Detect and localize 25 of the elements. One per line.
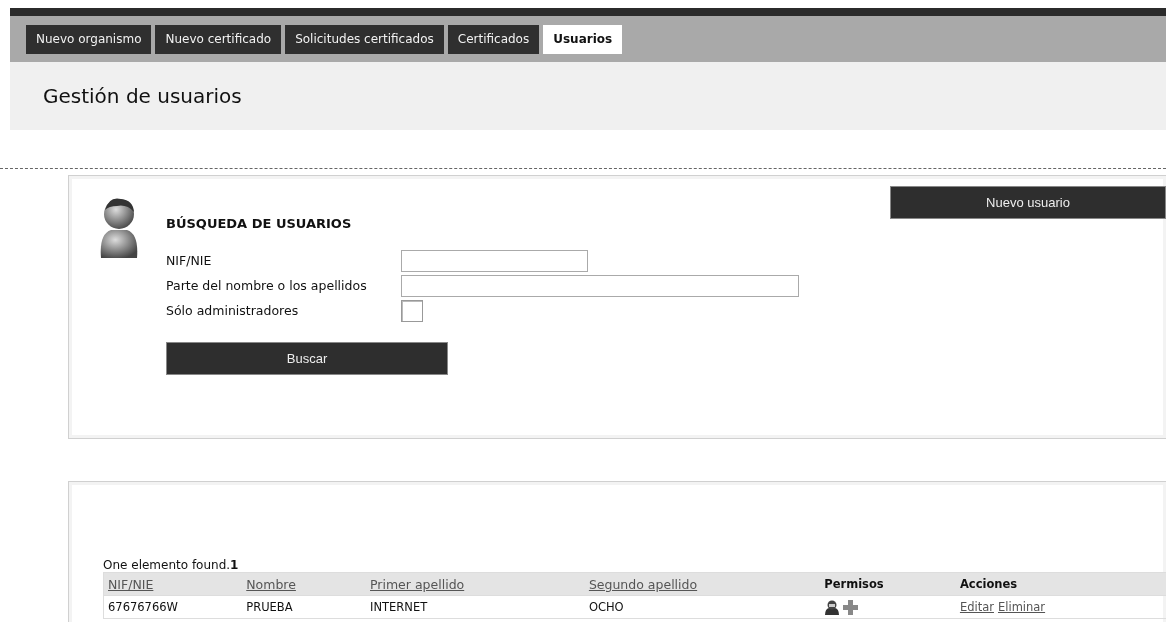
checkbox[interactable] (401, 299, 423, 322)
text-field[interactable] (401, 274, 799, 297)
column-header: Acciones (959, 577, 1018, 591)
action-link[interactable]: Eliminar (997, 600, 1046, 614)
nav-tab[interactable]: Nuevo certificado (155, 24, 282, 54)
field-label: Parte del nombre o los apellidos (166, 278, 368, 293)
results-summary: One elemento found.1 (103, 558, 240, 572)
table-cell: INTERNET (366, 595, 585, 619)
nav-tab[interactable]: Nuevo organismo (26, 24, 152, 54)
text-field[interactable] (401, 249, 588, 272)
nav-tab[interactable]: Solicitudes certificados (285, 24, 444, 54)
search-button[interactable]: Buscar (166, 342, 448, 375)
field-label: NIF/NIE (166, 253, 213, 268)
person-icon[interactable] (824, 599, 841, 615)
table-cell: 67676766W (103, 595, 243, 619)
column-header: Permisos (824, 577, 884, 591)
section-title: BÚSQUEDA DE USUARIOS (166, 216, 353, 231)
field-label: Sólo administradores (166, 303, 300, 318)
action-link[interactable]: Editar (959, 600, 994, 614)
page-title: Gestión de usuarios (43, 84, 242, 108)
nav-tab[interactable]: Certificados (447, 24, 540, 54)
new-user-button[interactable]: Nuevo usuario (890, 186, 1166, 219)
table-cell: OCHO (584, 595, 821, 619)
table-cell: PRUEBA (242, 595, 366, 619)
nav-tab[interactable]: Usuarios (543, 24, 623, 54)
